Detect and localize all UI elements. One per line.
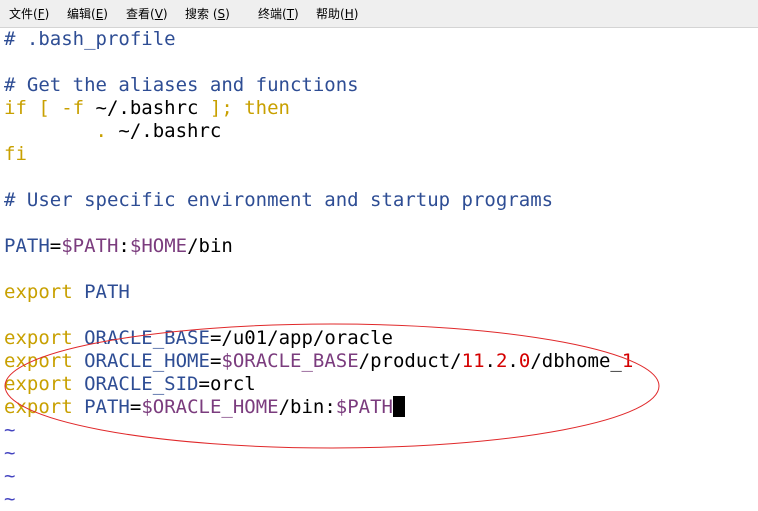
identifier-text: PATH: [84, 281, 130, 303]
code-line-4: if [ -f ~/.bashrc ]; then: [4, 97, 290, 120]
menu-help-label: 帮助(: [316, 7, 345, 21]
menu-search-tail: ): [225, 7, 230, 21]
variable-text: $ORACLE_HOME: [141, 396, 279, 418]
keyword-text: export: [4, 327, 73, 349]
code-line-8: # User specific environment and startup …: [4, 189, 553, 212]
menu-view-label: 查看(: [126, 7, 155, 21]
path-text: /product/: [358, 350, 462, 372]
menu-view-tail: ): [162, 7, 168, 21]
menu-terminal-tail: ): [294, 7, 299, 21]
menu-help-tail: ): [353, 7, 359, 21]
empty-line-marker: ~: [4, 488, 16, 510]
identifier-text: ORACLE_HOME: [84, 350, 210, 372]
menu-search-label: 搜索 (: [185, 7, 218, 21]
code-line-17: export PATH=$ORACLE_HOME/bin:$PATH: [4, 396, 405, 419]
code-line-15: export ORACLE_HOME=$ORACLE_BASE/product/…: [4, 350, 633, 373]
space-text: [73, 373, 84, 395]
number-text: 0: [518, 350, 531, 372]
menu-terminal[interactable]: 终端(T): [258, 5, 299, 23]
code-line-12: export PATH: [4, 281, 130, 304]
separator-text: :: [118, 235, 130, 257]
value-text: /u01/app/oracle: [221, 327, 393, 349]
indent-text: [4, 120, 96, 142]
keyword-text: fi: [4, 143, 27, 165]
number-text: 1: [621, 350, 634, 372]
comment-text: # User specific environment and startup …: [4, 189, 554, 211]
menu-edit[interactable]: 编辑(E): [67, 5, 108, 23]
path-text: /dbhome_: [530, 350, 622, 372]
value-text: orcl: [209, 373, 256, 395]
empty-line-marker: ~: [4, 465, 16, 487]
menu-help[interactable]: 帮助(H): [316, 5, 358, 23]
identifier-text: PATH: [84, 396, 130, 418]
variable-text: $PATH: [61, 235, 119, 257]
code-line-14: export ORACLE_BASE=/u01/app/oracle: [4, 327, 393, 350]
keyword-text: export: [4, 281, 73, 303]
comment-text: # .bash_profile: [4, 28, 176, 50]
menu-file-mnemonic: F: [37, 7, 45, 21]
identifier-text: ORACLE_SID: [84, 373, 199, 395]
space-text: [73, 327, 84, 349]
comment-text: # Get the aliases and functions: [4, 74, 359, 96]
operator-text: =: [209, 350, 222, 372]
keyword-text: export: [4, 373, 73, 395]
path-text: /bin: [187, 235, 233, 257]
dot-text: .: [484, 350, 496, 372]
space-text: [73, 281, 84, 303]
number-text: 2: [495, 350, 508, 372]
operator-text: =: [209, 327, 222, 349]
menu-search-mnemonic: S: [217, 7, 226, 21]
menu-edit-tail: ): [103, 7, 108, 21]
menu-search[interactable]: 搜索 (S): [185, 5, 230, 23]
keyword-text: if [ -f: [4, 97, 96, 119]
path-text: ~/.bashrc: [95, 97, 199, 119]
code-line-16: export ORACLE_SID=orcl: [4, 373, 256, 396]
dot-text: .: [507, 350, 519, 372]
menu-terminal-label: 终端(: [258, 7, 287, 21]
menu-terminal-mnemonic: T: [286, 7, 295, 21]
menu-help-mnemonic: H: [344, 7, 354, 21]
operator-text: =: [49, 235, 62, 257]
menu-file-label: 文件(: [9, 7, 38, 21]
keyword-text: .: [95, 120, 107, 142]
empty-line-marker: ~: [4, 419, 16, 441]
path-text: /bin:: [278, 396, 336, 418]
variable-text: $ORACLE_BASE: [221, 350, 359, 372]
variable-text: $HOME: [129, 235, 188, 257]
path-text: ~/.bashrc: [106, 120, 222, 142]
code-line-6: fi: [4, 143, 27, 166]
code-line-5: . ~/.bashrc: [4, 120, 222, 143]
menu-file-tail: ): [44, 7, 50, 21]
empty-line-marker: ~: [4, 442, 16, 464]
number-text: 11: [461, 350, 485, 372]
code-line-1: # .bash_profile: [4, 28, 176, 51]
keyword-text: export: [4, 396, 73, 418]
keyword-text: ]; then: [198, 97, 290, 119]
operator-text: =: [198, 373, 210, 395]
terminal-text-area[interactable]: # .bash_profile # Get the aliases and fu…: [0, 28, 758, 510]
menu-view-mnemonic: V: [154, 7, 163, 21]
text-cursor: [393, 396, 405, 417]
code-line-3: # Get the aliases and functions: [4, 74, 359, 97]
variable-text: $PATH: [335, 396, 393, 418]
menu-file[interactable]: 文件(F): [9, 5, 49, 23]
menu-bar: 文件(F) 编辑(E) 查看(V) 搜索 (S) 终端(T) 帮助(H): [0, 0, 758, 28]
identifier-text: PATH: [4, 235, 50, 257]
menu-edit-label: 编辑(: [67, 7, 96, 21]
menu-view[interactable]: 查看(V): [126, 5, 168, 23]
identifier-text: ORACLE_BASE: [84, 327, 210, 349]
operator-text: =: [129, 396, 142, 418]
keyword-text: export: [4, 350, 73, 372]
code-line-10: PATH=$PATH:$HOME/bin: [4, 235, 233, 258]
space-text: [73, 396, 84, 418]
space-text: [73, 350, 84, 372]
